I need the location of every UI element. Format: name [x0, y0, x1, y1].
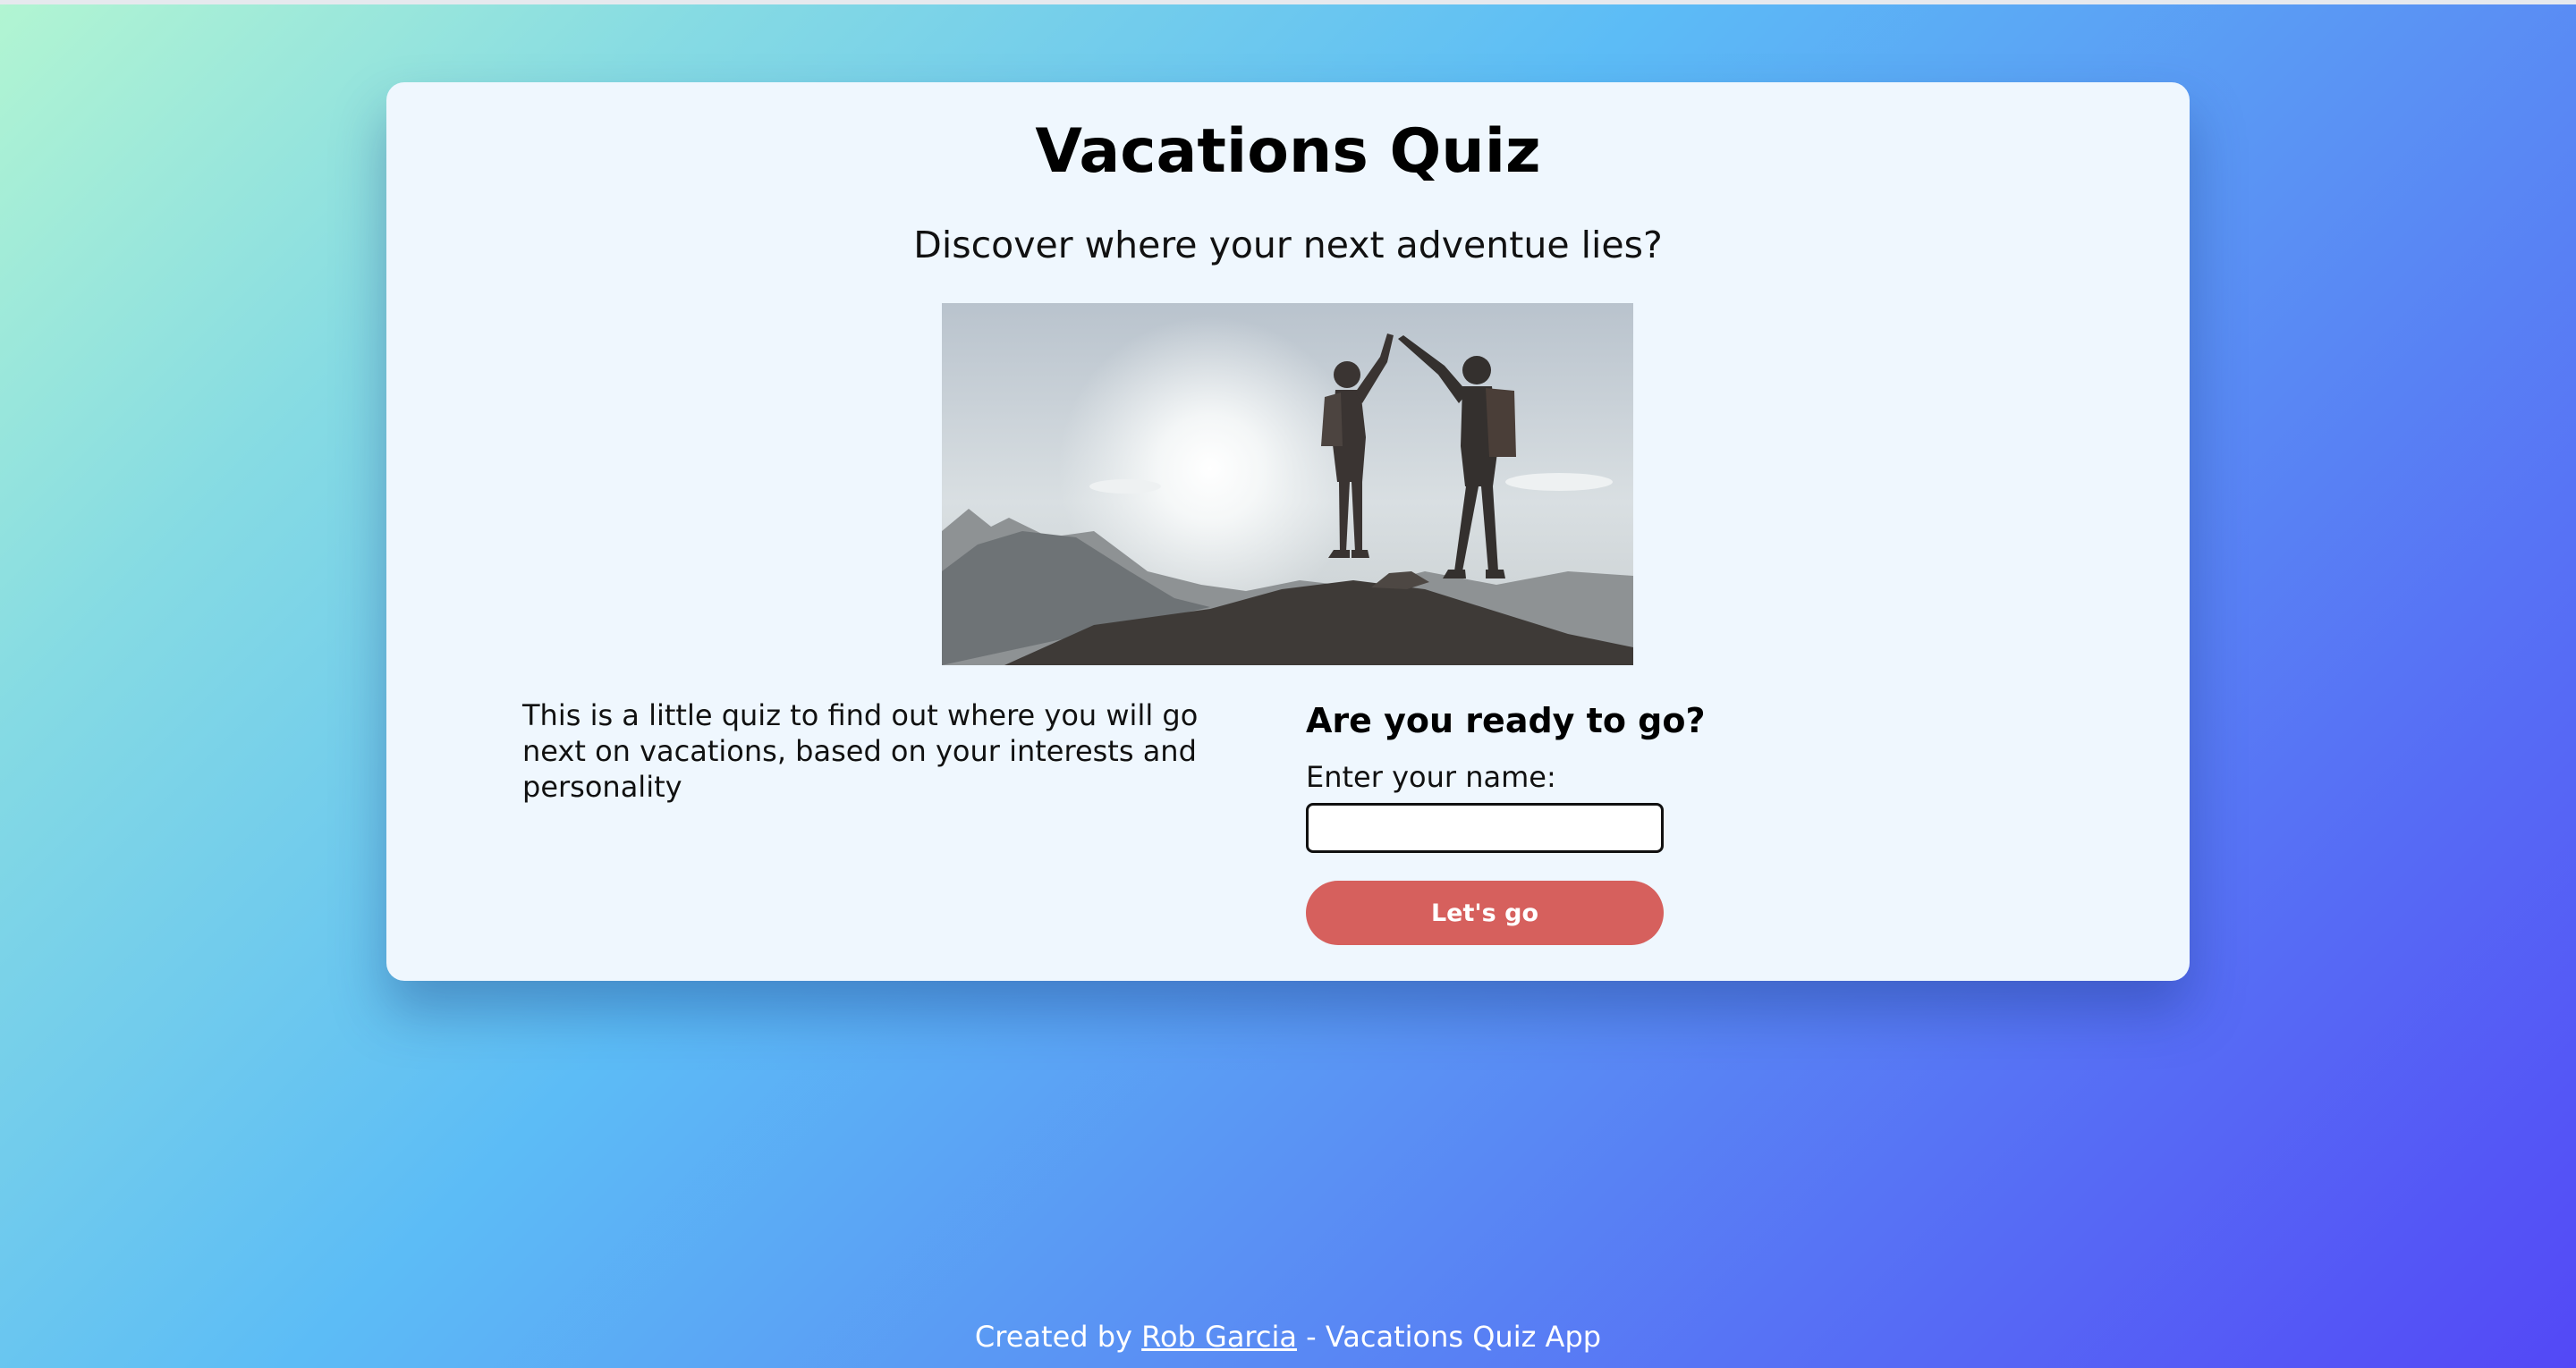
- quiz-description: This is a little quiz to find out where …: [522, 698, 1199, 804]
- hikers-high-five-image: [942, 303, 1633, 665]
- name-input[interactable]: [1306, 803, 1664, 853]
- name-label: Enter your name:: [1306, 760, 1556, 794]
- hero-image: [942, 303, 1633, 665]
- footer-prefix: Created by: [974, 1320, 1142, 1354]
- footer-suffix: - Vacations Quiz App: [1296, 1320, 1602, 1354]
- form-heading: Are you ready to go?: [1306, 701, 1706, 740]
- footer: Created by Rob Garcia - Vacations Quiz A…: [0, 1314, 2576, 1359]
- lets-go-button[interactable]: Let's go: [1306, 881, 1664, 945]
- page-subtitle: Discover where your next adventue lies?: [913, 224, 1663, 266]
- author-link[interactable]: Rob Garcia: [1141, 1320, 1297, 1354]
- top-border-line: [0, 0, 2576, 4]
- page-title: Vacations Quiz: [1035, 116, 1541, 187]
